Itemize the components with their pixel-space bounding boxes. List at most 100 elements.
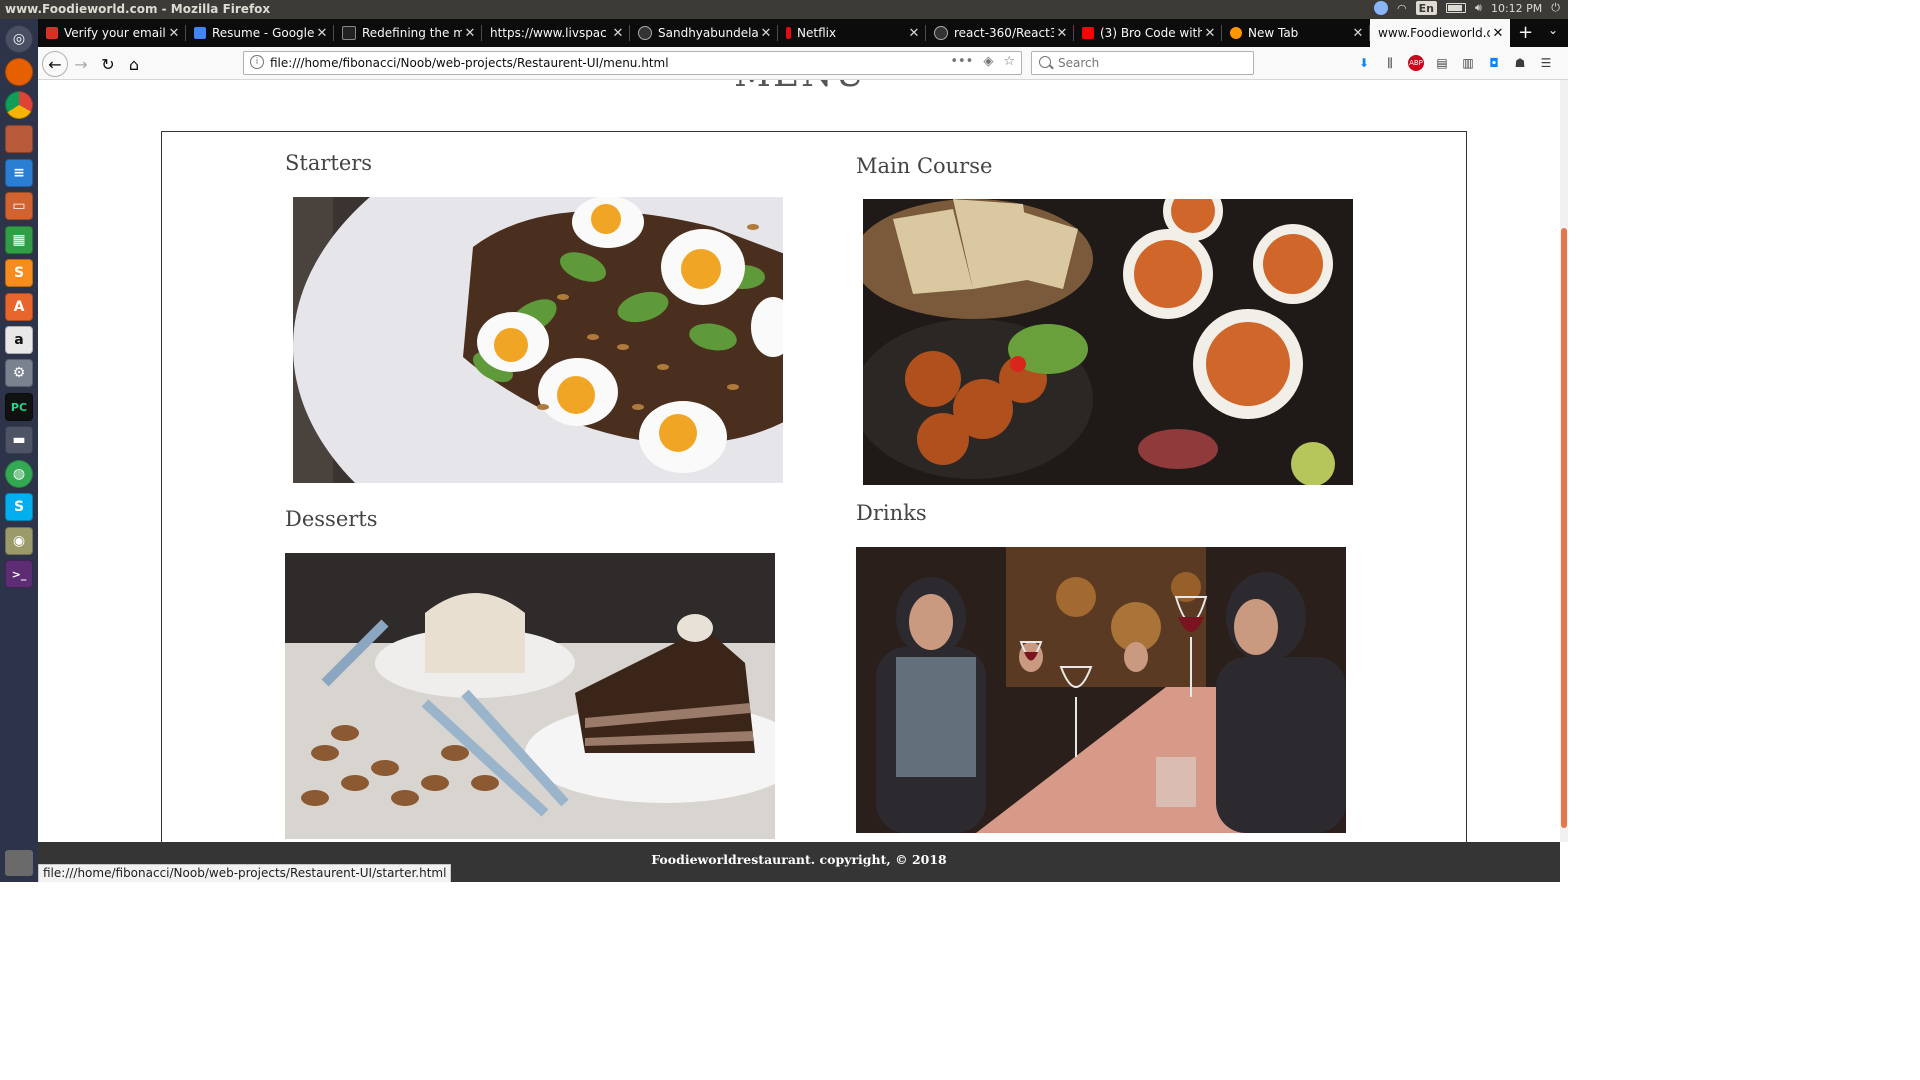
pocket-icon[interactable]: ◈ bbox=[983, 54, 993, 69]
volume-icon[interactable]: 🔊︎ bbox=[1475, 1, 1482, 15]
list-all-tabs-icon[interactable]: ⌄ bbox=[1548, 23, 1558, 37]
terminal-icon[interactable]: >_ bbox=[5, 560, 33, 588]
adblock-icon[interactable]: ABP bbox=[1408, 55, 1424, 71]
system-indicators: ◠ En 🔊︎ 10:12 PM ⏻ bbox=[1374, 1, 1560, 15]
wifi-icon[interactable]: ◠ bbox=[1397, 1, 1407, 15]
keyboard-layout-indicator[interactable]: En bbox=[1415, 1, 1438, 15]
skype-icon[interactable]: S bbox=[5, 493, 33, 521]
chrome-icon[interactable] bbox=[5, 91, 33, 119]
desserts-image[interactable] bbox=[285, 553, 775, 839]
new-tab-button[interactable]: + bbox=[1518, 22, 1533, 43]
search-input[interactable] bbox=[1056, 55, 1250, 71]
github-icon bbox=[638, 26, 652, 40]
pycharm-icon[interactable]: PC bbox=[5, 393, 33, 421]
dash-icon[interactable]: ◎ bbox=[5, 25, 33, 53]
trash-icon[interactable] bbox=[5, 850, 33, 876]
tab-label: Redefining the mo bbox=[362, 26, 462, 40]
section-title-desserts[interactable]: Desserts bbox=[285, 507, 378, 531]
tab-react-360[interactable]: react-360/React36 ✕ bbox=[926, 19, 1074, 47]
site-icon bbox=[342, 26, 356, 40]
tab-resume[interactable]: Resume - Google D ✕ bbox=[186, 19, 334, 47]
tab-label: Sandhyabundela/ bbox=[658, 26, 758, 40]
close-icon[interactable]: ✕ bbox=[1054, 26, 1070, 41]
sidebar-icon[interactable]: ▤ bbox=[1434, 55, 1450, 71]
navigation-toolbar: ← → ↻ ⌂ i file:///home/fibonacci/Noob/we… bbox=[38, 47, 1568, 80]
close-icon[interactable]: ✕ bbox=[1202, 26, 1218, 41]
vertical-scrollbar[interactable] bbox=[1560, 80, 1568, 842]
calc-icon[interactable]: ▦ bbox=[5, 226, 33, 254]
address-bar[interactable]: i file:///home/fibonacci/Noob/web-projec… bbox=[243, 51, 1022, 75]
reload-button[interactable]: ↻ bbox=[97, 53, 119, 75]
tab-label: https://www.livspac bbox=[490, 26, 607, 40]
power-icon[interactable]: ⏻ bbox=[1551, 1, 1560, 15]
search-bar[interactable] bbox=[1031, 51, 1254, 75]
tab-label: Resume - Google D bbox=[212, 26, 314, 40]
scrollbar-thumb[interactable] bbox=[1561, 228, 1567, 828]
library-icon[interactable]: ⫼ bbox=[1382, 55, 1398, 71]
starters-image[interactable] bbox=[293, 197, 783, 483]
disk-icon[interactable]: ▬ bbox=[5, 426, 33, 454]
window-title: www.Foodieworld.com - Mozilla Firefox bbox=[5, 2, 271, 16]
firefox-icon[interactable] bbox=[5, 58, 33, 86]
tab-livspace[interactable]: https://www.livspac ✕ bbox=[482, 19, 630, 47]
tab-label: (3) Bro Code with bbox=[1100, 26, 1202, 40]
close-icon[interactable]: ✕ bbox=[462, 26, 478, 41]
bookmark-star-icon[interactable]: ☆ bbox=[1003, 54, 1015, 69]
page-heading: MENU bbox=[734, 80, 867, 95]
tab-bro-code[interactable]: (3) Bro Code with ✕ bbox=[1074, 19, 1222, 47]
menu-container: Starters Main Course Desserts Drinks bbox=[161, 131, 1467, 842]
search-icon bbox=[1039, 56, 1051, 68]
site-info-icon[interactable]: i bbox=[250, 55, 264, 69]
drinks-image[interactable] bbox=[856, 547, 1346, 833]
skype-tray-icon[interactable] bbox=[1374, 1, 1389, 15]
extension-icon[interactable]: ◘ bbox=[1486, 55, 1502, 71]
tab-redefining[interactable]: Redefining the mo ✕ bbox=[334, 19, 482, 47]
amazon-icon[interactable]: a bbox=[5, 326, 33, 354]
main-course-image[interactable] bbox=[863, 199, 1353, 485]
reader-icon[interactable]: ▥ bbox=[1460, 55, 1476, 71]
close-icon[interactable]: ✕ bbox=[1350, 26, 1366, 41]
page-actions: ••• ◈ ☆ bbox=[950, 54, 1015, 69]
close-icon[interactable]: ✕ bbox=[610, 26, 626, 41]
tab-foodieworld[interactable]: www.Foodieworld.co ✕ bbox=[1370, 19, 1510, 47]
close-icon[interactable]: ✕ bbox=[758, 26, 774, 41]
gmail-icon bbox=[46, 27, 58, 39]
tab-label: react-360/React36 bbox=[954, 26, 1054, 40]
home-button[interactable]: ⌂ bbox=[123, 53, 145, 75]
disk-burner-icon[interactable]: ◉ bbox=[5, 527, 33, 555]
close-icon[interactable]: ✕ bbox=[314, 26, 330, 41]
section-title-main-course[interactable]: Main Course bbox=[856, 154, 992, 178]
tab-verify-email[interactable]: Verify your email ✕ bbox=[38, 19, 186, 47]
downloads-icon[interactable]: ⬇ bbox=[1356, 55, 1372, 71]
clock[interactable]: 10:12 PM bbox=[1491, 1, 1542, 15]
software-center-icon[interactable]: A bbox=[5, 293, 33, 321]
network-icon[interactable]: ◍ bbox=[5, 460, 33, 488]
tab-netflix[interactable]: Netflix ✕ bbox=[778, 19, 926, 47]
menu-icon[interactable]: ☰ bbox=[1538, 55, 1554, 71]
close-icon[interactable]: ✕ bbox=[906, 26, 922, 41]
google-docs-icon bbox=[194, 27, 206, 39]
files-icon[interactable] bbox=[5, 125, 33, 153]
close-icon[interactable]: ✕ bbox=[1490, 26, 1506, 41]
url-text[interactable]: file:///home/fibonacci/Noob/web-projects… bbox=[270, 56, 669, 70]
youtube-icon bbox=[1082, 27, 1094, 39]
firefox-icon bbox=[1230, 27, 1242, 39]
page-viewport: MENU Starters bbox=[38, 80, 1560, 842]
tab-new-tab[interactable]: New Tab ✕ bbox=[1222, 19, 1370, 47]
forward-button[interactable]: → bbox=[70, 53, 92, 75]
battery-icon[interactable] bbox=[1446, 3, 1467, 13]
netflix-icon bbox=[786, 27, 791, 39]
link-status-bar: file:///home/fibonacci/Noob/web-projects… bbox=[38, 864, 452, 882]
vpn-icon[interactable]: ☗ bbox=[1512, 55, 1528, 71]
writer-icon[interactable]: ≡ bbox=[5, 159, 33, 187]
section-title-drinks[interactable]: Drinks bbox=[856, 501, 927, 525]
back-button[interactable]: ← bbox=[42, 51, 68, 77]
page-actions-menu-icon[interactable]: ••• bbox=[950, 54, 973, 69]
tab-github-sandhya[interactable]: Sandhyabundela/ ✕ bbox=[630, 19, 778, 47]
section-title-starters[interactable]: Starters bbox=[285, 151, 372, 175]
sublime-icon[interactable]: S bbox=[5, 259, 33, 287]
tab-label: New Tab bbox=[1248, 26, 1299, 40]
impress-icon[interactable]: ▭ bbox=[5, 192, 33, 220]
close-icon[interactable]: ✕ bbox=[166, 26, 182, 41]
settings-icon[interactable]: ⚙ bbox=[5, 359, 33, 387]
